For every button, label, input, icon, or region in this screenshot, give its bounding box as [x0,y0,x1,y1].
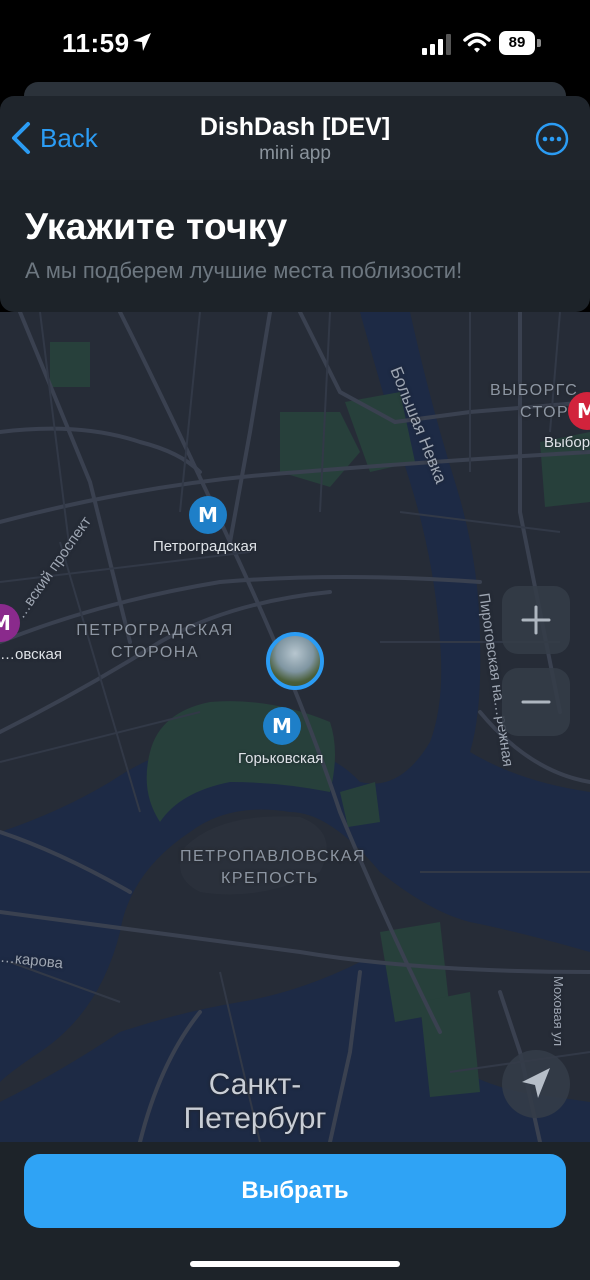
zoom-in-button[interactable] [502,586,570,654]
zoom-out-button[interactable] [502,668,570,736]
app-title: DishDash [DEV] [199,113,391,141]
user-location-avatar[interactable] [266,632,324,690]
navigation-arrow-icon [522,1068,550,1098]
status-time: 11:59 [62,28,130,58]
map-view[interactable]: ПЕТРОГРАДСКАЯ СТОРОНА ПЕТРОПАВЛОВСКАЯ КР… [0,312,590,1142]
district-label-petrogradskaya: ПЕТРОГРАДСКАЯ СТОРОНА [76,622,234,661]
battery-icon: 89 [499,31,543,55]
wifi-icon [463,32,491,53]
home-indicator [190,1261,400,1267]
street-label-mokhovaya: Моховая ул [551,976,566,1047]
battery-level: 89 [499,31,535,55]
more-options-button[interactable] [535,122,569,156]
page-hint: А мы подберем лучшие места поблизости! [25,258,463,283]
select-button[interactable]: Выбрать [24,1154,566,1228]
location-arrow-icon [133,33,151,51]
metro-icon-petrogradskaya[interactable]: M [189,496,227,534]
city-label: Санкт- Петербург [183,1068,327,1135]
plus-icon [521,605,551,635]
cellular-signal-icon [422,34,451,55]
minus-icon [521,700,551,704]
app-subtitle: mini app [259,143,331,164]
page-heading: Укажите точку [25,206,288,247]
metro-label-vyborgskaya: Выбор… [544,434,590,451]
metro-icon-gorkovskaya[interactable]: M [263,707,301,745]
metro-label-gorkovskaya: Горьковская [238,750,324,767]
district-label-petropavlovskaya: ПЕТРОПАВЛОВСКАЯ КРЕПОСТЬ [180,848,367,887]
locate-me-button[interactable] [502,1050,570,1118]
metro-label-petrogradskaya: Петроградская [153,538,257,555]
metro-label-west: …овская [0,646,62,663]
